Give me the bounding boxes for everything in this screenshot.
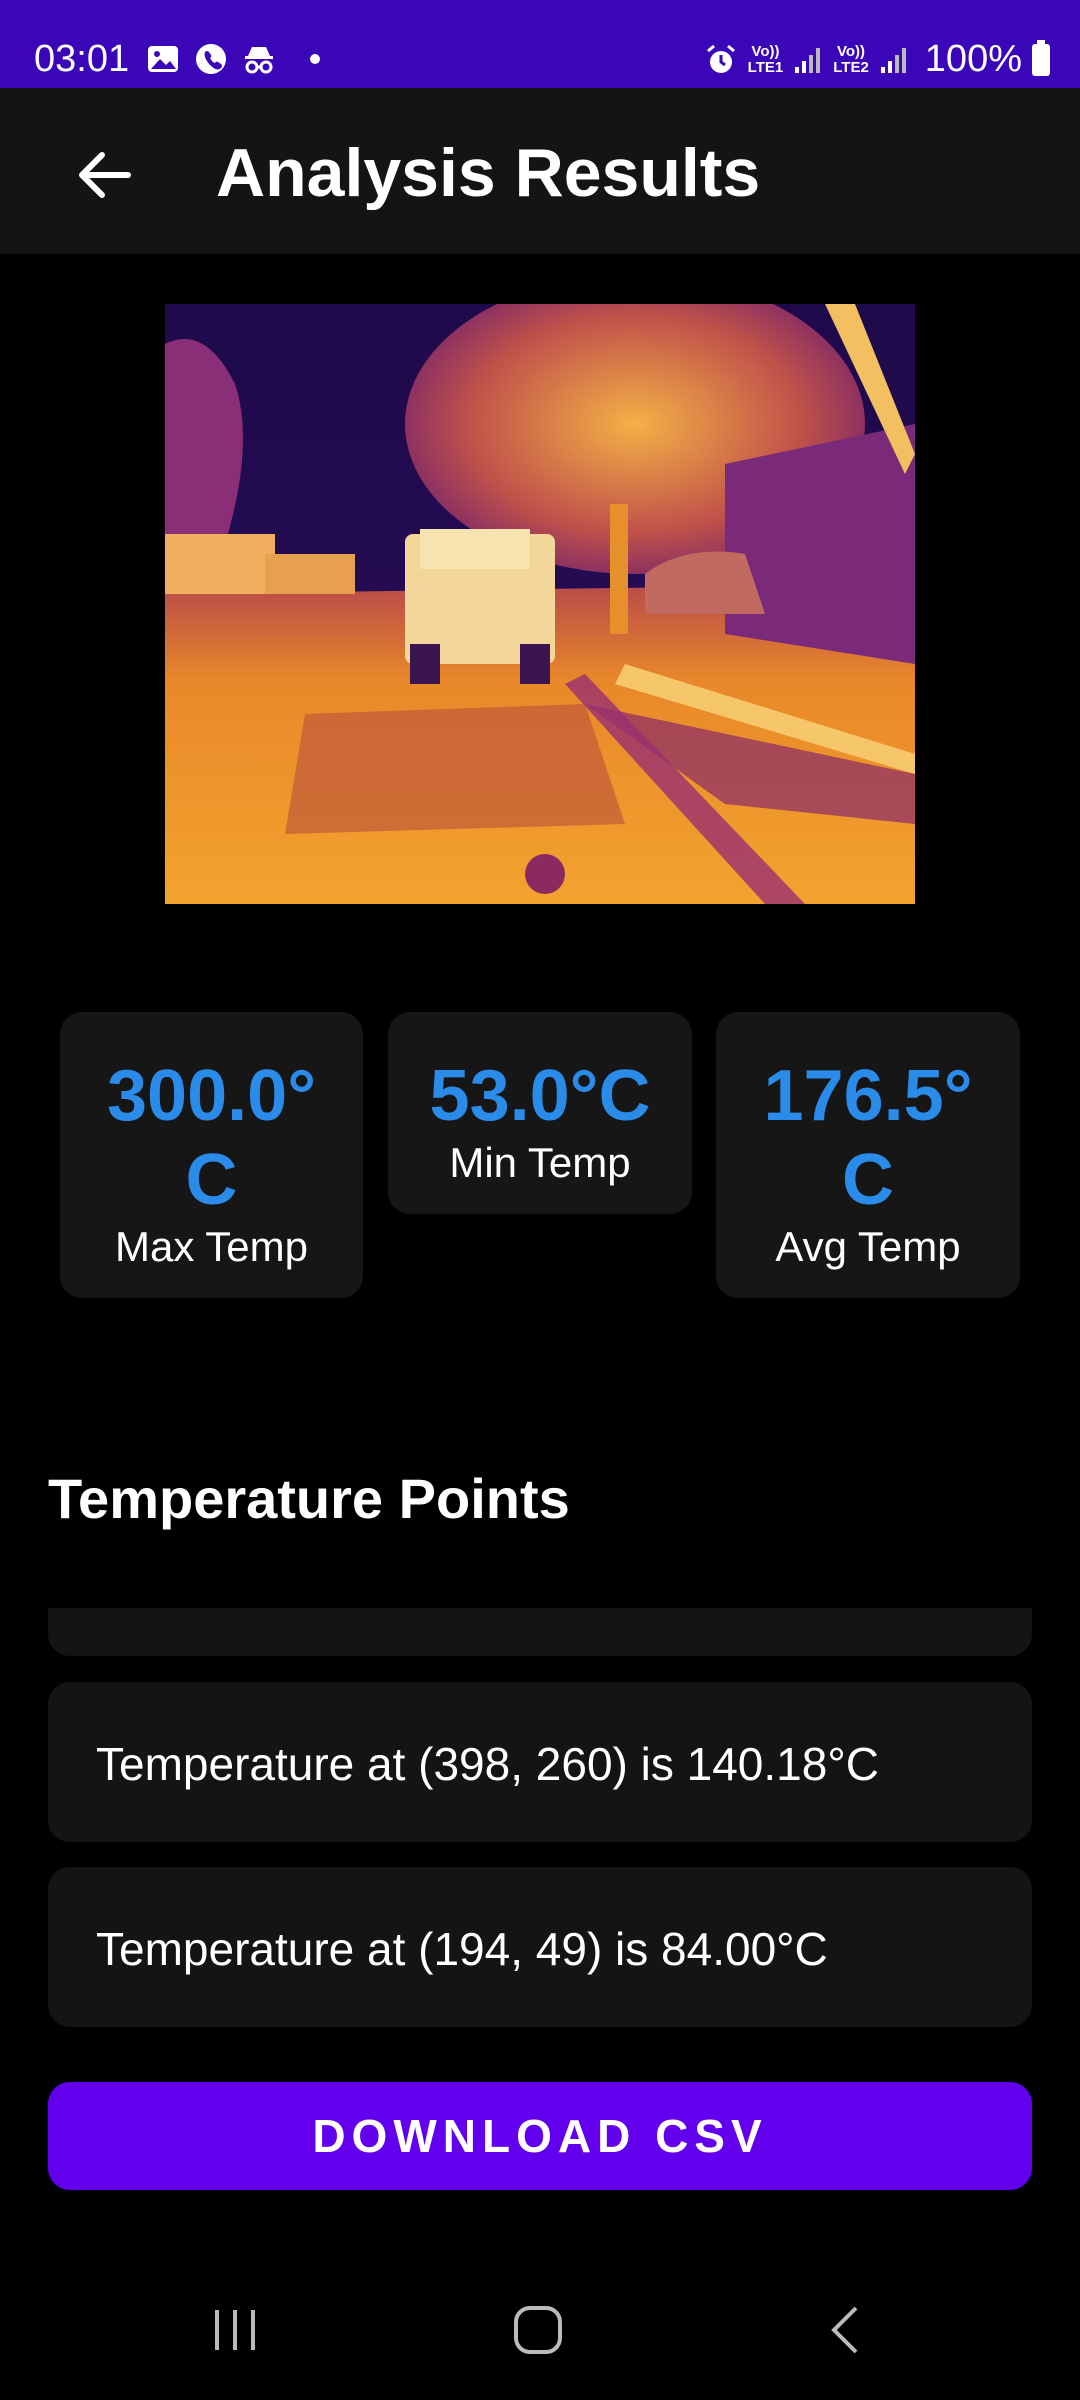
avg-temp-card: 176.5°C Avg Temp — [716, 1012, 1020, 1298]
thermal-image — [165, 304, 915, 904]
sim2-volte-label: Vo)) LTE2 — [833, 42, 869, 76]
download-csv-button[interactable]: DOWNLOAD CSV — [48, 2082, 1032, 2190]
min-temp-label: Min Temp — [449, 1139, 631, 1186]
signal-bars-icon — [795, 47, 821, 73]
sim2-bottom: LTE2 — [833, 58, 869, 76]
signal-bars-icon — [880, 47, 906, 73]
section-title: Temperature Points — [48, 1467, 570, 1530]
sim1-top: Vo)) — [751, 42, 780, 60]
min-temp-card: 53.0°C Min Temp — [388, 1012, 692, 1214]
battery-percent: 100% — [924, 38, 1022, 80]
sim2-top: Vo)) — [836, 42, 866, 60]
app-bar: Analysis Results — [0, 88, 1080, 254]
gallery-icon — [148, 46, 178, 72]
notification-icons — [146, 42, 320, 76]
phone-app-icon — [196, 44, 226, 74]
avg-temp-label: Avg Temp — [775, 1223, 961, 1270]
avg-temp-value: 176.5°C — [763, 1056, 973, 1220]
back-icon[interactable] — [816, 2300, 876, 2360]
back-arrow-icon[interactable] — [70, 140, 140, 210]
status-time: 03:01 — [34, 38, 130, 80]
temperature-point-text: Temperature at (398, 260) is 140.18°C — [96, 1738, 879, 1790]
more-notifications-dot — [310, 54, 320, 64]
list-item — [48, 1608, 1032, 1656]
max-temp-value: 300.0°C — [107, 1056, 316, 1220]
battery-icon — [1032, 39, 1050, 76]
max-temp-label: Max Temp — [115, 1223, 308, 1270]
incognito-icon — [245, 47, 273, 74]
system-icons: Vo)) LTE1 Vo)) LTE2 100% — [704, 38, 1050, 81]
list-item: Temperature at (194, 49) is 84.00°C — [48, 1867, 1032, 2027]
home-icon[interactable] — [508, 2300, 568, 2360]
recent-apps-icon[interactable] — [205, 2300, 265, 2360]
status-bar: 03:01 Vo)) LTE1 Vo)) LTE2 100% — [0, 0, 1080, 88]
min-temp-value: 53.0°C — [429, 1056, 651, 1136]
page-title: Analysis Results — [216, 135, 761, 211]
list-item: Temperature at (398, 260) is 140.18°C — [48, 1682, 1032, 1842]
system-nav-bar — [0, 2250, 1080, 2400]
sim1-bottom: LTE1 — [747, 58, 784, 76]
sim1-volte-label: Vo)) LTE1 — [747, 42, 784, 76]
temperature-point-text: Temperature at (194, 49) is 84.00°C — [96, 1923, 828, 1975]
alarm-icon — [706, 44, 735, 73]
max-temp-card: 300.0°C Max Temp — [60, 1012, 363, 1298]
